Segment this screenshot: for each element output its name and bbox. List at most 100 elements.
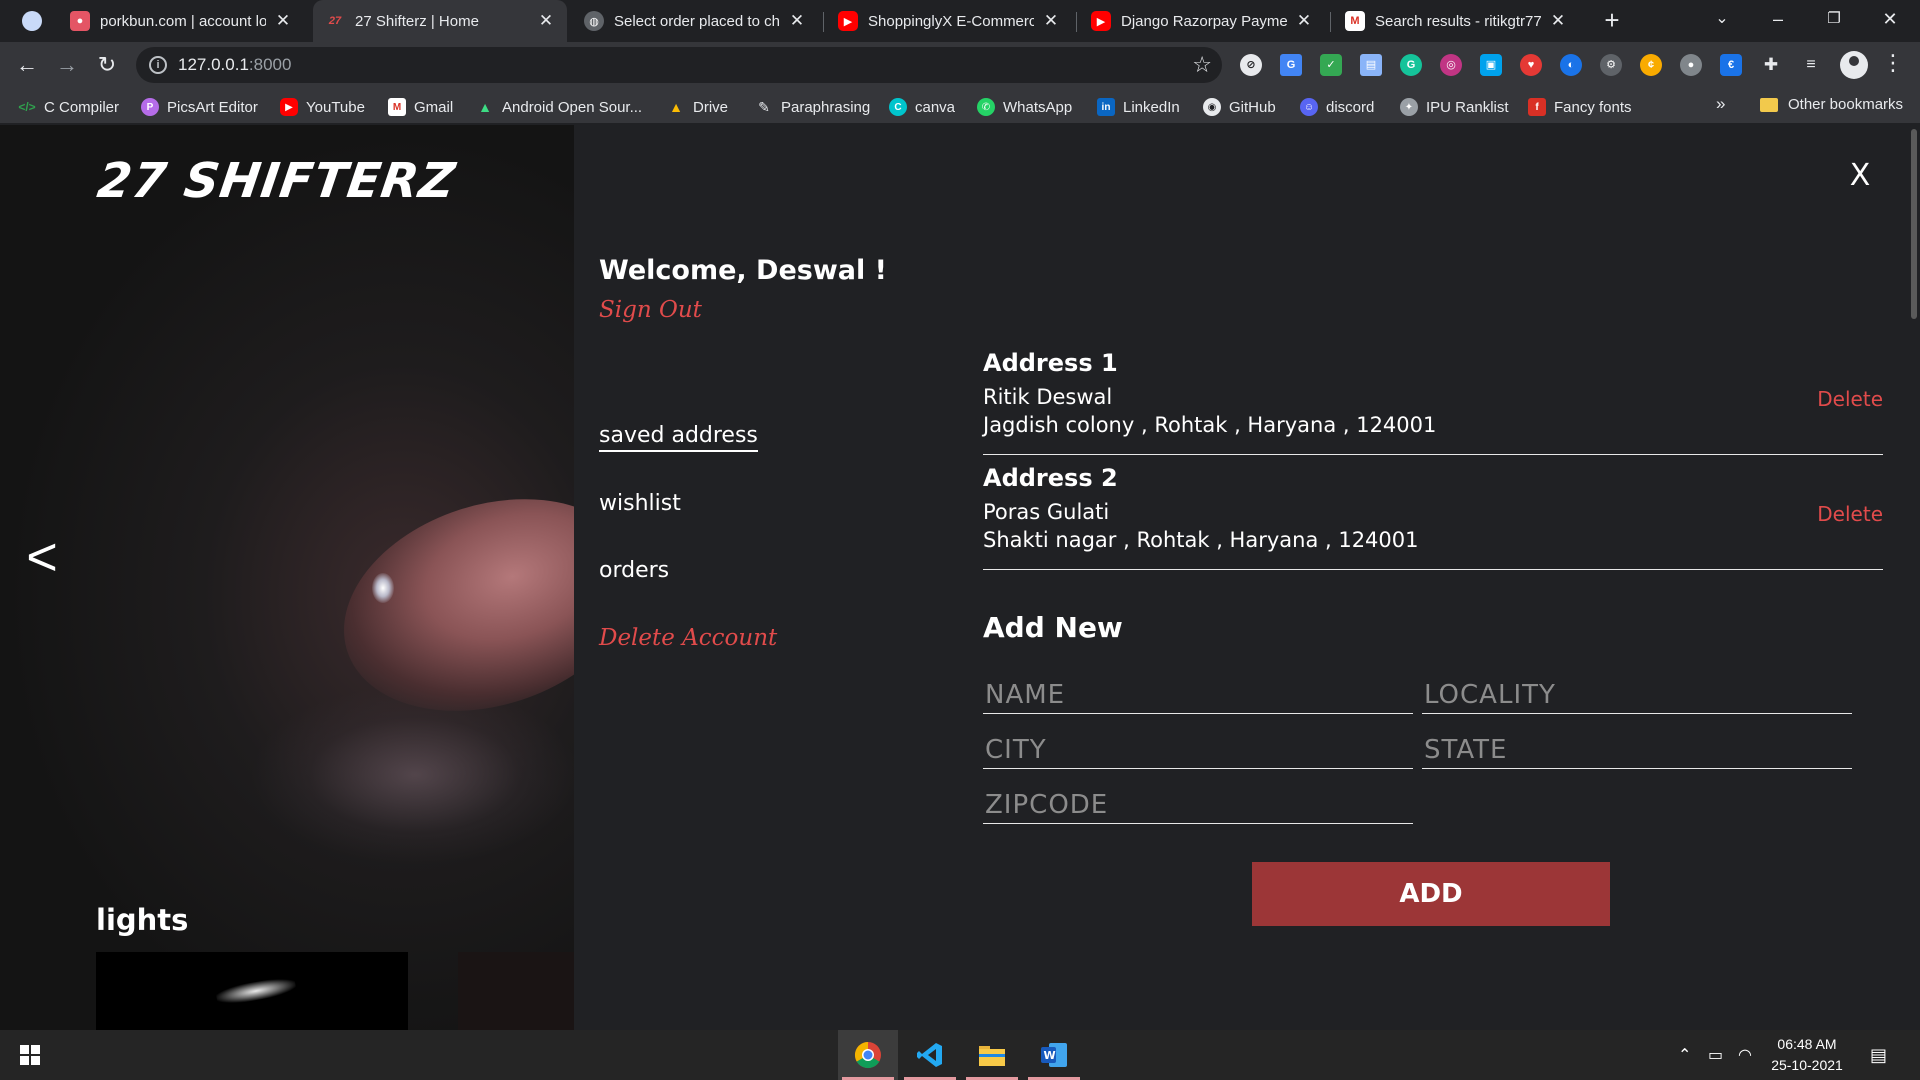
menu-wishlist[interactable]: wishlist xyxy=(599,491,681,516)
instagram-extension-icon[interactable]: ◎ xyxy=(1440,54,1462,76)
product-thumbnail[interactable] xyxy=(96,952,408,1030)
tab-select-order[interactable]: ◍ Select order placed to cha ✕ xyxy=(572,0,818,42)
zipcode-field[interactable] xyxy=(983,786,1413,824)
taskbar-word[interactable]: W xyxy=(1024,1030,1084,1080)
tab-shoppinglyx[interactable]: ▶ ShoppinglyX E-Commerce ✕ xyxy=(826,0,1072,42)
menu-kebab-icon[interactable]: ⋮ xyxy=(1882,50,1904,76)
edge-extension-icon[interactable]: ◐ xyxy=(1560,54,1582,76)
bookmark-ipu-ranklist[interactable]: ✦ IPU Ranklist xyxy=(1400,96,1509,118)
window-close-icon[interactable]: ✕ xyxy=(1862,0,1918,42)
gear-extension-icon[interactable]: ⚙ xyxy=(1600,54,1622,76)
tab-group-icon[interactable] xyxy=(22,11,42,31)
bookmark-github[interactable]: ◉ GitHub xyxy=(1203,96,1276,118)
close-panel-button[interactable]: X xyxy=(1845,158,1875,193)
bookmark-whatsapp[interactable]: ✆ WhatsApp xyxy=(977,96,1072,118)
locality-field[interactable] xyxy=(1422,676,1852,714)
site-info-icon[interactable]: i xyxy=(149,56,167,74)
bookmark-star-icon[interactable]: ☆ xyxy=(1192,52,1212,78)
word-icon: W xyxy=(1041,1043,1067,1067)
tab-title: Django Razorpay Payment xyxy=(1121,12,1287,30)
clock-time[interactable]: 06:48 AM xyxy=(1762,1036,1852,1052)
back-arrow-icon[interactable]: ← xyxy=(12,50,42,80)
scrollbar-thumb[interactable] xyxy=(1911,129,1917,319)
block-extension-icon[interactable]: ⊘ xyxy=(1240,54,1262,76)
taskbar-vscode[interactable] xyxy=(900,1030,960,1080)
bookmark-discord[interactable]: ☺ discord xyxy=(1300,96,1374,118)
bookmark-label: Android Open Sour... xyxy=(502,98,643,116)
tab-close-icon[interactable]: ✕ xyxy=(274,11,292,31)
bookmark-c-compiler[interactable]: </> C Compiler xyxy=(18,96,119,118)
heart-extension-icon[interactable]: ♥ xyxy=(1520,54,1542,76)
carousel-prev-icon[interactable]: < xyxy=(22,530,62,584)
name-field[interactable] xyxy=(983,676,1413,714)
minimize-icon[interactable]: – xyxy=(1750,0,1806,42)
product-thumbnail[interactable] xyxy=(458,952,574,1030)
taskbar-file-explorer[interactable] xyxy=(962,1030,1022,1080)
delete-address-button[interactable]: Delete xyxy=(1817,502,1883,526)
battery-icon[interactable]: ▭ xyxy=(1708,1045,1723,1065)
puzzle-extensions-icon[interactable]: ✚ xyxy=(1760,54,1782,76)
bookmark-gmail[interactable]: M Gmail xyxy=(388,96,453,118)
whatsapp-icon: ✆ xyxy=(977,98,995,116)
reload-icon[interactable]: ↻ xyxy=(92,50,122,80)
taskbar-chrome[interactable] xyxy=(838,1030,898,1080)
media-queue-icon[interactable]: ≡ xyxy=(1800,54,1822,76)
account-panel: X Welcome, Deswal ! Sign Out saved addre… xyxy=(574,125,1920,1030)
forward-arrow-icon[interactable]: → xyxy=(52,50,82,80)
tab-close-icon[interactable]: ✕ xyxy=(1042,11,1060,31)
new-tab-button[interactable]: + xyxy=(1598,6,1626,34)
bookmark-youtube[interactable]: ▶ YouTube xyxy=(280,96,365,118)
bookmark-label: Paraphrasing xyxy=(781,98,871,116)
address-bar[interactable]: i 127.0.0.1:8000 ☆ xyxy=(136,47,1222,83)
bookmark-label: Fancy fonts xyxy=(1554,98,1632,116)
bookmark-picsart[interactable]: P PicsArt Editor xyxy=(141,96,258,118)
tab-django-razorpay[interactable]: ▶ Django Razorpay Payment ✕ xyxy=(1079,0,1325,42)
tab-close-icon[interactable]: ✕ xyxy=(788,11,806,31)
bookmark-drive[interactable]: ▲ Drive xyxy=(667,96,728,118)
other-bookmarks-folder[interactable]: Other bookmarks xyxy=(1760,96,1903,113)
tab-title: porkbun.com | account lo xyxy=(100,12,266,30)
euro-extension-icon[interactable]: € xyxy=(1720,54,1742,76)
tab-27-shifterz[interactable]: 27 27 Shifterz | Home ✕ xyxy=(313,0,567,42)
notifications-icon[interactable]: ▤ xyxy=(1870,1045,1887,1066)
url-text[interactable]: 127.0.0.1:8000 xyxy=(178,55,291,75)
windows-start-icon[interactable] xyxy=(20,1045,40,1065)
add-address-button[interactable]: ADD xyxy=(1252,862,1610,926)
circle-extension-icon[interactable]: ● xyxy=(1680,54,1702,76)
road-reflection xyxy=(250,685,574,865)
grammarly-extension-icon[interactable]: G xyxy=(1400,54,1422,76)
bookmarks-overflow-icon[interactable]: » xyxy=(1716,94,1725,114)
screenshot-extension-icon[interactable]: ▣ xyxy=(1480,54,1502,76)
sign-out-link[interactable]: Sign Out xyxy=(599,297,702,323)
city-field[interactable] xyxy=(983,731,1413,769)
menu-saved-address[interactable]: saved address xyxy=(599,423,758,452)
brand-logo[interactable]: 27 SHIFTERZ xyxy=(94,153,459,209)
delete-address-button[interactable]: Delete xyxy=(1817,387,1883,411)
bookmark-label: IPU Ranklist xyxy=(1426,98,1509,116)
coin-extension-icon[interactable]: ¢ xyxy=(1640,54,1662,76)
bookmark-fancy-fonts[interactable]: f Fancy fonts xyxy=(1528,96,1632,118)
address-title: Address 2 xyxy=(983,464,1118,492)
translate-extension-icon[interactable]: G xyxy=(1280,54,1302,76)
delete-account-link[interactable]: Delete Account xyxy=(599,625,777,651)
tab-close-icon[interactable]: ✕ xyxy=(537,11,555,31)
bookmark-linkedin[interactable]: in LinkedIn xyxy=(1097,96,1180,118)
menu-orders[interactable]: orders xyxy=(599,558,669,583)
bookmark-android[interactable]: ▲ Android Open Sour... xyxy=(476,96,642,118)
bookmark-canva[interactable]: Ccanva xyxy=(889,96,955,118)
shield-extension-icon[interactable]: ✓ xyxy=(1320,54,1342,76)
tab-close-icon[interactable]: ✕ xyxy=(1549,11,1567,31)
state-field[interactable] xyxy=(1422,731,1852,769)
save-extension-icon[interactable]: ▤ xyxy=(1360,54,1382,76)
tab-title: ShoppinglyX E-Commerce xyxy=(868,12,1034,30)
show-hidden-icons-icon[interactable]: ⌃ xyxy=(1678,1045,1691,1065)
bookmark-paraphrasing[interactable]: ✎ Paraphrasing xyxy=(755,96,870,118)
clock-date[interactable]: 25-10-2021 xyxy=(1762,1057,1852,1073)
wifi-icon[interactable]: ◠ xyxy=(1738,1045,1752,1065)
restore-icon[interactable]: ❐ xyxy=(1806,0,1862,42)
tab-porkbun[interactable]: ● porkbun.com | account lo ✕ xyxy=(58,0,304,42)
profile-avatar[interactable] xyxy=(1840,51,1868,79)
tab-gmail-search[interactable]: M Search results - ritikgtr77 ✕ xyxy=(1333,0,1579,42)
tab-search-icon[interactable]: ⌄ xyxy=(1694,0,1750,42)
tab-close-icon[interactable]: ✕ xyxy=(1295,11,1313,31)
